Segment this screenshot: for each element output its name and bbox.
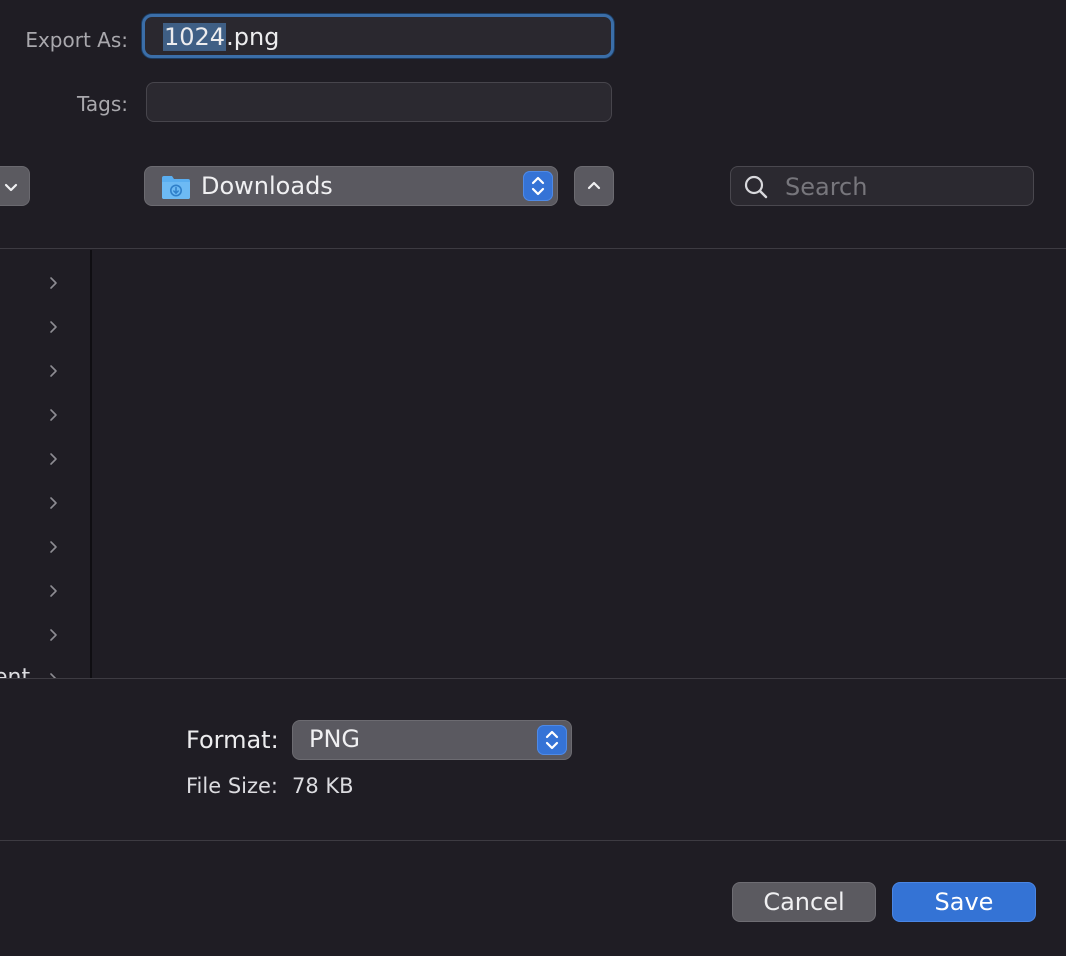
disclosure-chevron-icon[interactable] [46,540,60,554]
popup-stepper-icon [545,730,559,750]
disclosure-chevron-icon[interactable] [46,584,60,598]
location-popup[interactable]: Downloads [144,166,558,206]
sidebar-partial-text: ent [0,665,31,678]
chevron-up-icon [587,181,601,190]
options-divider [0,840,1066,841]
disclosure-chevron-icon[interactable] [46,496,60,510]
chevron-down-icon [4,183,18,192]
disclosure-chevron-icon[interactable] [46,276,60,290]
toolbar-divider [0,248,1066,249]
disclosure-chevron-icon[interactable] [46,364,60,378]
export-filename-field[interactable]: 1024.png [142,14,614,58]
file-browser-pane[interactable] [92,250,1066,678]
format-popup[interactable]: PNG [292,720,572,760]
tags-label: Tags: [76,92,128,116]
file-size-label: File Size: [186,774,278,798]
location-current: Downloads [201,172,333,200]
enclosing-folder-button[interactable] [574,166,614,206]
disclosure-chevron-icon[interactable] [46,320,60,334]
sidebar-partial-row[interactable]: ent [0,664,90,678]
search-icon [744,175,768,199]
tags-field[interactable] [146,82,612,122]
format-stepper [537,725,567,755]
search-field[interactable] [730,166,1034,206]
file-size-value: 78 KB [292,774,354,798]
browser-bottom-divider [0,678,1066,679]
disclosure-chevron-icon[interactable] [46,452,60,466]
expand-collapse-button[interactable] [0,166,30,206]
format-selected: PNG [309,725,361,753]
filename-selected-text: 1024 [163,23,227,51]
downloads-folder-icon [162,176,190,199]
search-input[interactable] [783,173,1027,201]
format-label: Format: [186,726,279,754]
popup-stepper-icon [531,176,545,196]
disclosure-chevron-icon[interactable] [46,408,60,422]
export-as-label: Export As: [25,28,128,52]
disclosure-chevron-icon[interactable] [46,628,60,642]
export-filename-value[interactable]: 1024.png [163,23,279,51]
cancel-button[interactable]: Cancel [732,882,876,922]
filename-extension-text: .png [226,23,280,51]
location-stepper [523,171,553,201]
save-button[interactable]: Save [892,882,1036,922]
